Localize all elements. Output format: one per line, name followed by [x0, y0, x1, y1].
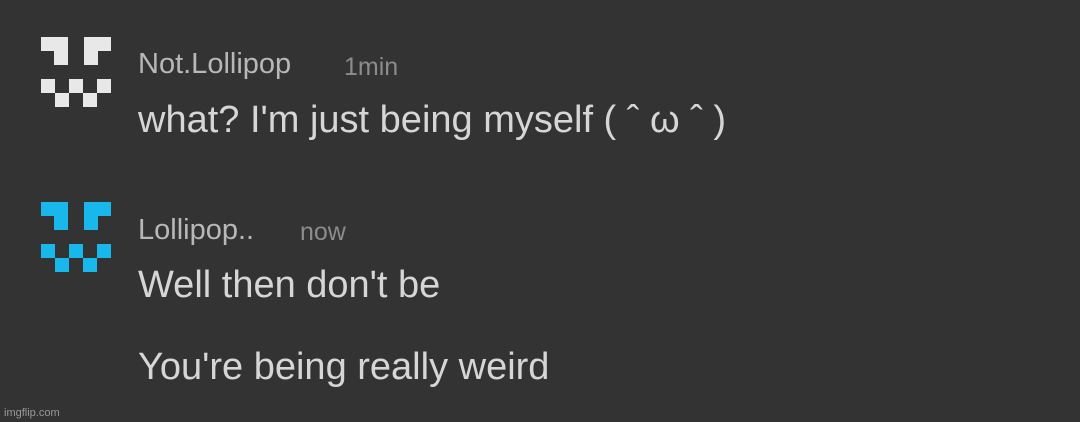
username[interactable]: Not.Lollipop	[138, 50, 291, 79]
avatar[interactable]	[41, 37, 111, 107]
timestamp: now	[300, 218, 346, 246]
message-text: You're being really weird	[138, 346, 550, 388]
timestamp: 1min	[344, 53, 399, 81]
watermark: imgflip.com	[4, 407, 60, 419]
pixel-face-icon	[41, 37, 111, 107]
pixel-face-icon	[41, 202, 111, 272]
message-text: what? I'm just being myself ( ˆ ω ˆ )	[138, 99, 727, 141]
username[interactable]: Lollipop..	[138, 216, 254, 245]
message-text: Well then don't be	[138, 264, 441, 306]
avatar[interactable]	[41, 202, 111, 272]
